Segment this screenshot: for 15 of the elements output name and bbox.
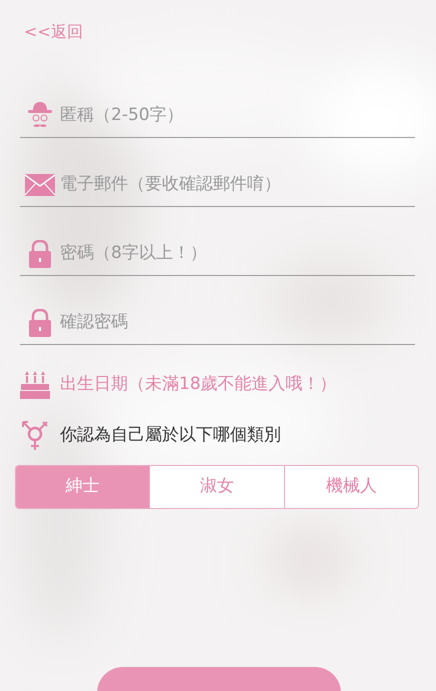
lock-icon — [28, 240, 52, 268]
input-field[interactable]: 確認密碼 — [60, 310, 415, 336]
gender-symbol-icon — [20, 421, 50, 451]
cake-icon — [20, 371, 50, 399]
birthday-button[interactable]: 出生日期（未滿18歲不能進入哦！） — [60, 372, 337, 398]
input-field[interactable]: 密碼（8字以上！） — [60, 240, 415, 266]
gender-question: 你認為自己屬於以下哪個類別 — [60, 424, 281, 448]
gender-tab[interactable]: 淑女 — [149, 466, 284, 508]
back-link[interactable]: <<返回 — [24, 20, 83, 44]
gender-tab[interactable]: 紳士 — [16, 466, 150, 508]
gender-tab[interactable]: 機械人 — [284, 466, 418, 508]
input-field[interactable]: 電子郵件（要收確認郵件唷） — [60, 172, 415, 198]
lock-icon — [28, 308, 52, 336]
input-field[interactable]: 匿稱（2-50字） — [60, 102, 415, 128]
envelope-icon — [25, 174, 55, 196]
